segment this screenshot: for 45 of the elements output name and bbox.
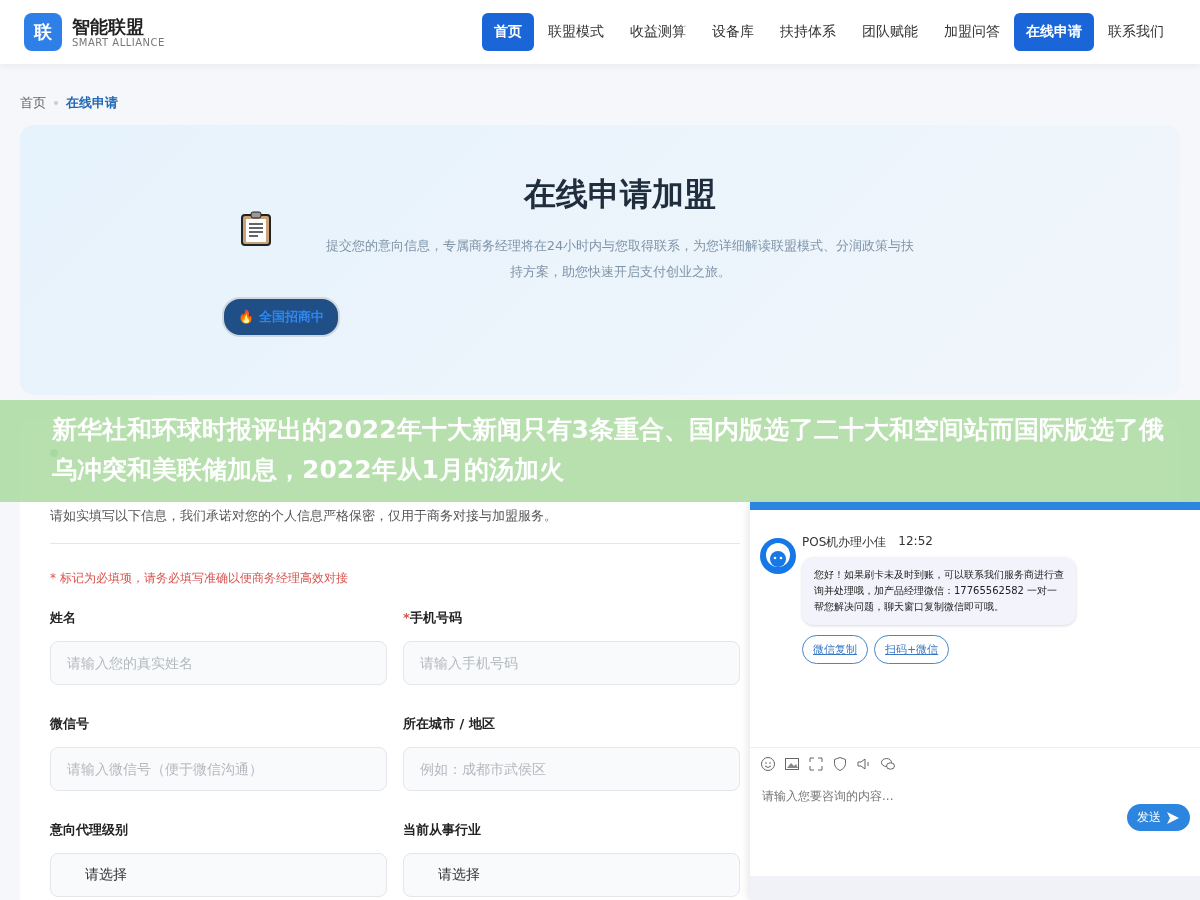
chat-bubbles-icon[interactable] [880, 756, 896, 772]
agent-avatar-icon [760, 538, 796, 574]
nav-link[interactable]: 扶持体系 [768, 13, 848, 51]
nav-link[interactable]: 在线申请 [1014, 13, 1094, 51]
breadcrumb-link[interactable]: 在线申请 [66, 94, 118, 112]
field-label: 所在城市 / 地区 [403, 715, 496, 733]
image-icon[interactable] [784, 756, 800, 772]
breadcrumb-link[interactable]: 首页 [20, 94, 46, 112]
speaker-icon[interactable] [856, 756, 872, 772]
select-field[interactable]: 请选择 [403, 853, 740, 897]
nav-link[interactable]: 首页 [482, 13, 534, 51]
separator-icon [54, 101, 58, 105]
send-button[interactable]: 发送 [1127, 804, 1190, 831]
input-field[interactable]: 请输入微信号（便于微信沟通） [50, 747, 387, 791]
field-label: 当前从事行业 [403, 821, 482, 839]
nav-link[interactable]: 收益测算 [618, 13, 698, 51]
agent-name: POS机办理小佳 [802, 534, 887, 551]
hero-description: 提交您的意向信息，专属商务经理将在24小时内与您取得联系，为您详细解读联盟模式、分润政策与扶持方案，助您快速开启支付创业之旅。 [324, 237, 916, 281]
nav-link[interactable]: 联盟模式 [536, 13, 616, 51]
form-intro: 请如实填写以下信息，我们承诺对您的个人信息严格保密，仅用于商务对接与加盟服务。 [50, 507, 557, 525]
required-note: * 标记为必填项，请务必填写准确以便商务经理高效对接 [50, 570, 348, 587]
overlay-caption: 新华社和环球时报评出的2022年十大新闻只有3条重合、国内版选了二十大和空间站而国际版选了俄乌冲突和美联储加息，2022年从1月的汤加火 [0, 400, 1200, 502]
brand-name: 智能联盟 [72, 16, 145, 37]
field-label: 微信号 [50, 715, 90, 733]
hero-title: 在线申请加盟 [524, 174, 716, 215]
emoji-icon[interactable] [760, 756, 776, 772]
send-icon [1166, 810, 1180, 825]
field-label: 意向代理级别 [50, 821, 129, 839]
nav-link[interactable]: 加盟问答 [932, 13, 1012, 51]
nav-link[interactable]: 设备库 [700, 13, 766, 51]
input-field[interactable]: 请输入您的真实姓名 [50, 641, 387, 685]
clipboard-icon [240, 211, 272, 247]
select-field[interactable]: 请选择 [50, 853, 387, 897]
nav-link[interactable]: 联系我们 [1096, 13, 1176, 51]
recruiting-badge: 🔥 全国招商中 [222, 297, 340, 337]
nav-link[interactable]: 团队赋能 [850, 13, 930, 51]
field-label: *手机号码 [403, 609, 463, 627]
brand-tagline: SMART ALLIANCE [72, 36, 165, 48]
input-field[interactable]: 请输入手机号码 [403, 641, 740, 685]
message-time: 12:52 [898, 534, 933, 550]
field-label: 姓名 [50, 609, 77, 627]
logo-icon: 联 [24, 13, 62, 51]
message-bubble: 您好！如果刷卡未及时到账，可以联系我们服务商进行查询并处理哦，加产品经理微信：17765562582 一对一帮您解决问题，聊天窗口复制微信即可哦。 [802, 557, 1076, 625]
input-field[interactable]: 例如：成都市武侯区 [403, 747, 740, 791]
shield-icon[interactable] [832, 756, 848, 772]
